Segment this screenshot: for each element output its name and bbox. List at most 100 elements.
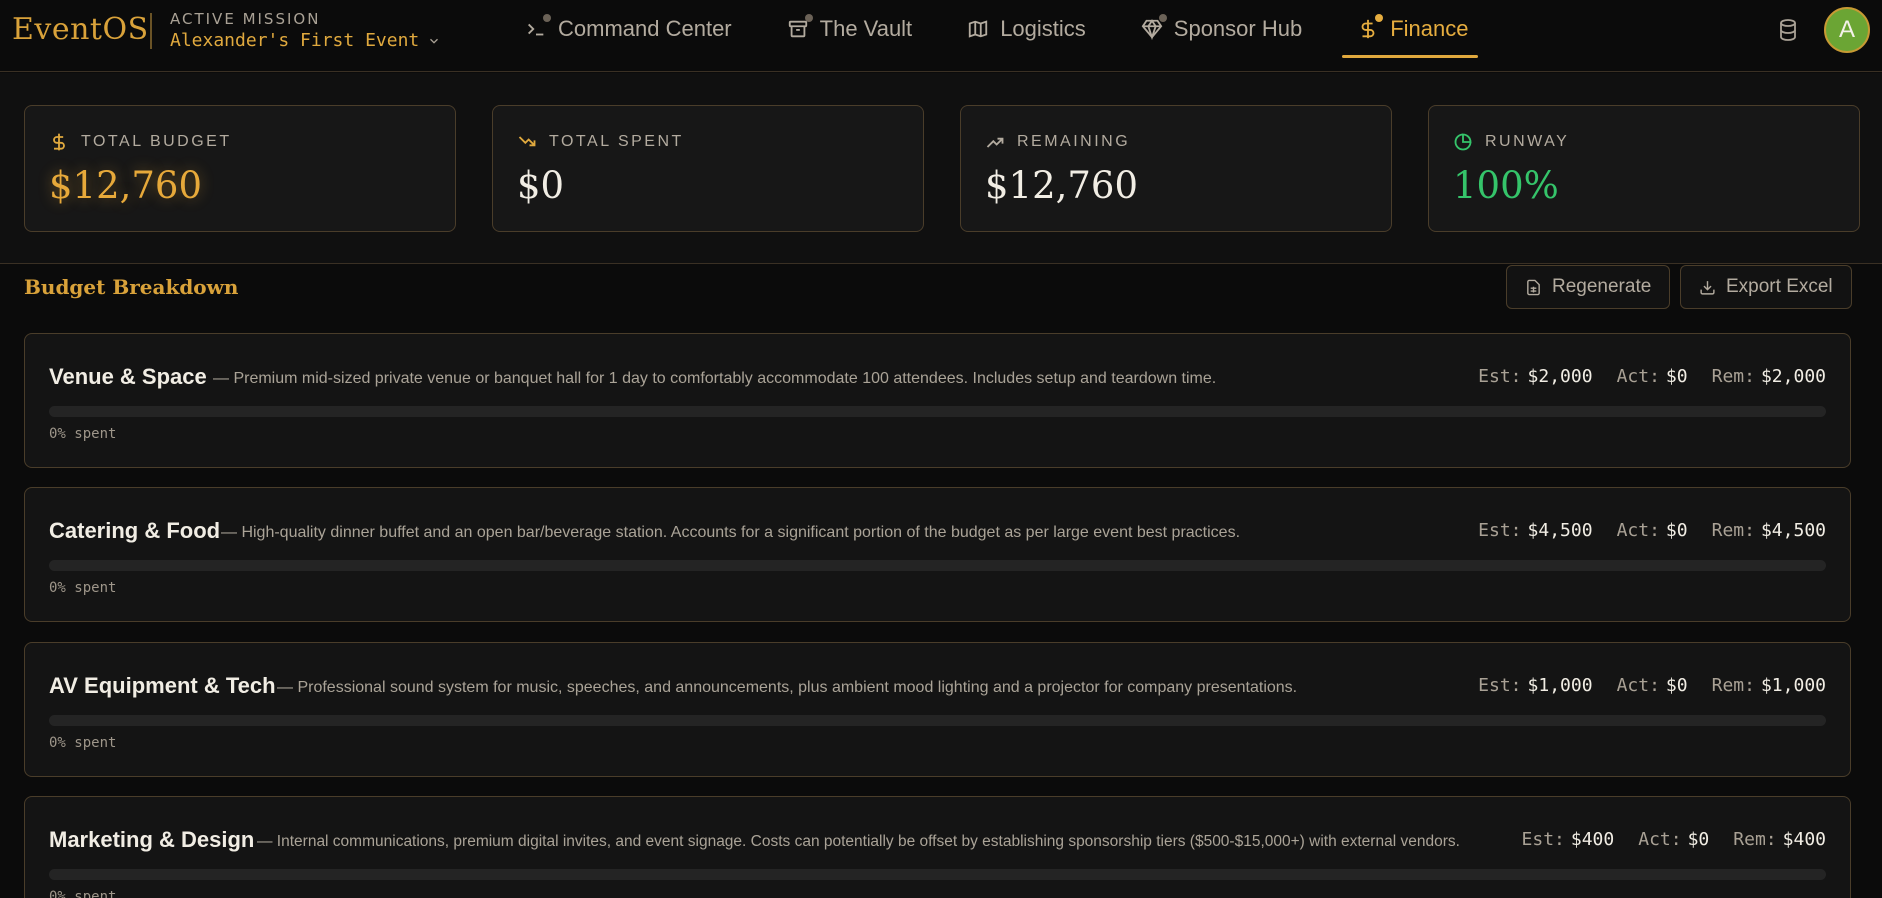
est-value: $1,000 — [1527, 675, 1593, 696]
stat-header: TOTAL BUDGET — [49, 132, 232, 152]
est-label: Est: — [1478, 366, 1522, 387]
est-value: $400 — [1570, 829, 1615, 850]
rem-label: Rem: — [1733, 829, 1777, 850]
category-name: Marketing & Design — [49, 827, 255, 852]
act-label: Act: — [1616, 366, 1660, 387]
category-name: Venue & Space — [49, 364, 207, 389]
nav-command-center[interactable]: Command Center — [524, 0, 732, 58]
act-label: Act: — [1616, 675, 1660, 696]
mission-name: Alexander's First Event — [170, 30, 420, 51]
rem-value: $400 — [1782, 829, 1826, 850]
rem-value: $1,000 — [1760, 675, 1826, 696]
trending-up-icon — [986, 137, 1004, 148]
spent-progress-bar — [49, 869, 1826, 880]
nav-sponsor-hub[interactable]: Sponsor Hub — [1140, 0, 1302, 58]
stat-value: 100% — [1453, 164, 1559, 207]
budget-category-card[interactable]: AV Equipment & Tech — Professional sound… — [24, 642, 1851, 777]
nav-label: Logistics — [1000, 16, 1086, 41]
rem-value: $4,500 — [1760, 520, 1826, 541]
act-value: $0 — [1665, 366, 1688, 387]
download-icon — [1700, 280, 1715, 295]
pie-chart-icon — [1454, 133, 1472, 151]
est-value: $4,500 — [1527, 520, 1593, 541]
category-description: — Professional sound system for music, s… — [277, 679, 1298, 696]
category-figures: Est: $400 Act: $0 Rem: $400 — [1522, 829, 1826, 850]
act-value: $0 — [1665, 520, 1688, 541]
stat-label: TOTAL BUDGET — [81, 133, 232, 150]
category-figures: Est: $1,000 Act: $0 Rem: $1,000 — [1478, 675, 1826, 696]
rem-value: $2,000 — [1760, 366, 1826, 387]
spent-progress-bar — [49, 560, 1826, 571]
archive-icon — [786, 14, 813, 41]
nav-label: Finance — [1390, 16, 1469, 41]
stats-bar: TOTAL BUDGET $12,760 TOTAL SPENT $0 REMA… — [0, 73, 1882, 264]
stat-value: $12,760 — [49, 164, 203, 207]
stat-header: REMAINING — [985, 132, 1130, 152]
budget-category-card[interactable]: Catering & Food — High-quality dinner bu… — [24, 487, 1851, 622]
notification-dot — [1375, 14, 1384, 22]
stat-label: RUNWAY — [1485, 133, 1570, 150]
database-icon[interactable] — [1776, 18, 1800, 42]
spent-progress-bar — [49, 715, 1826, 726]
export-excel-button[interactable]: Export Excel — [1680, 265, 1852, 309]
file-spreadsheet-icon — [1527, 279, 1540, 295]
rem-label: Rem: — [1711, 675, 1755, 696]
mission-selector[interactable]: ACTIVE MISSION Alexander's First Event — [170, 10, 441, 51]
act-value: $0 — [1665, 675, 1688, 696]
nav-label: The Vault — [819, 16, 913, 41]
act-value: $0 — [1687, 829, 1710, 850]
category-name: Catering & Food — [49, 518, 221, 543]
nav-the-vault[interactable]: The Vault — [786, 0, 913, 58]
main-nav: Command Center The Vault Logistics Spons… — [520, 0, 1479, 60]
stat-card-total-spent: TOTAL SPENT $0 — [492, 105, 924, 232]
stat-value: $12,760 — [985, 164, 1139, 207]
nav-finance[interactable]: Finance — [1342, 0, 1479, 58]
act-label: Act: — [1616, 520, 1660, 541]
stat-label: TOTAL SPENT — [549, 133, 684, 150]
spent-percent: 0% spent — [49, 735, 117, 751]
stat-header: TOTAL SPENT — [517, 132, 684, 152]
stat-card-runway: RUNWAY 100% — [1428, 105, 1860, 232]
trending-down-icon — [518, 136, 536, 147]
notification-dot — [543, 14, 551, 22]
budget-breakdown-title: Budget Breakdown — [24, 275, 239, 299]
category-name: AV Equipment & Tech — [49, 673, 276, 698]
spent-progress-bar — [49, 406, 1826, 417]
nav-label: Sponsor Hub — [1173, 16, 1303, 41]
category-description: — Premium mid-sized private venue or ban… — [213, 370, 1217, 387]
budget-category-card[interactable]: Venue & Space — Premium mid-sized privat… — [24, 333, 1851, 468]
dollar-icon — [53, 133, 65, 151]
regenerate-button[interactable]: Regenerate — [1506, 265, 1671, 309]
spent-percent: 0% spent — [49, 426, 117, 442]
app-logo[interactable]: EventOS — [12, 12, 149, 47]
user-avatar[interactable]: A — [1824, 7, 1870, 53]
rem-label: Rem: — [1711, 366, 1755, 387]
spent-percent: 0% spent — [49, 889, 117, 898]
top-nav: EventOS ACTIVE MISSION Alexander's First… — [0, 0, 1882, 72]
mission-caption: ACTIVE MISSION — [170, 10, 321, 28]
act-label: Act: — [1638, 829, 1682, 850]
terminal-icon — [524, 14, 551, 41]
gem-icon — [1140, 14, 1167, 41]
category-figures: Est: $4,500 Act: $0 Rem: $4,500 — [1478, 520, 1826, 541]
rem-label: Rem: — [1711, 520, 1755, 541]
stat-label: REMAINING — [1017, 133, 1131, 150]
stat-header: RUNWAY — [1453, 132, 1569, 152]
regenerate-label: Regenerate — [1552, 276, 1652, 297]
stat-value: $0 — [517, 164, 565, 207]
est-value: $2,000 — [1527, 366, 1593, 387]
stat-card-total-budget: TOTAL BUDGET $12,760 — [24, 105, 456, 232]
logo-divider — [150, 13, 152, 49]
est-label: Est: — [1478, 675, 1522, 696]
est-label: Est: — [1521, 829, 1565, 850]
notification-dot — [1158, 14, 1167, 22]
nav-logistics[interactable]: Logistics — [966, 0, 1086, 58]
spent-percent: 0% spent — [49, 580, 117, 596]
category-description: — High-quality dinner buffet and an open… — [221, 524, 1241, 541]
stat-card-remaining: REMAINING $12,760 — [960, 105, 1392, 232]
budget-category-card[interactable]: Marketing & Design — Internal communicat… — [24, 796, 1851, 898]
export-label: Export Excel — [1726, 276, 1833, 297]
mission-name-dropdown[interactable]: Alexander's First Event — [170, 30, 441, 51]
category-description: — Internal communications, premium digit… — [257, 833, 1460, 850]
map-icon — [966, 17, 990, 41]
